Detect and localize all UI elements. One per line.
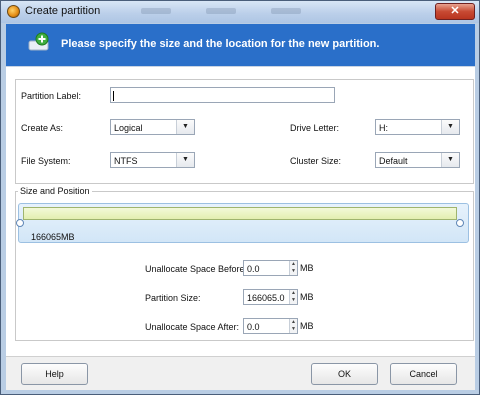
file-system-value: NTFS: [114, 156, 138, 166]
app-icon: [7, 5, 20, 18]
create-partition-dialog: Create partition ✕ Please specify the si…: [0, 0, 480, 395]
dialog-header: Please specify the size and the location…: [6, 24, 475, 66]
file-system-dropdown[interactable]: NTFS ▼: [110, 152, 195, 168]
title-bar-background-blur: [206, 8, 236, 14]
partition-label-input[interactable]: [110, 87, 335, 103]
right-resize-handle[interactable]: [456, 219, 464, 227]
header-instruction: Please specify the size and the location…: [61, 38, 380, 50]
unallocated-after-unit: MB: [300, 321, 314, 331]
dialog-footer: Help OK Cancel: [6, 356, 475, 390]
file-system-label: File System:: [21, 156, 71, 166]
drive-letter-dropdown[interactable]: H: ▼: [375, 119, 460, 135]
size-and-position-title: Size and Position: [18, 186, 92, 196]
create-as-dropdown[interactable]: Logical ▼: [110, 119, 195, 135]
spin-up-icon[interactable]: ▲: [290, 290, 297, 297]
create-as-value: Logical: [114, 123, 143, 133]
close-icon: ✕: [450, 5, 460, 17]
unallocated-before-spinner[interactable]: 0.0 ▲ ▼: [243, 260, 298, 276]
partition-label-label: Partition Label:: [21, 91, 82, 101]
cluster-size-value: Default: [379, 156, 408, 166]
drive-letter-value: H:: [379, 123, 388, 133]
unallocated-before-unit: MB: [300, 263, 314, 273]
title-bar-background-blur: [141, 8, 171, 14]
unallocated-after-value: 0.0: [247, 322, 260, 332]
unallocated-after-spinner[interactable]: 0.0 ▲ ▼: [243, 318, 298, 334]
partition-size-spinner[interactable]: 166065.0 ▲ ▼: [243, 289, 298, 305]
left-resize-handle[interactable]: [16, 219, 24, 227]
partition-bar[interactable]: [23, 207, 457, 220]
title-bar[interactable]: Create partition ✕: [1, 1, 479, 23]
cancel-button[interactable]: Cancel: [390, 363, 457, 385]
chevron-down-icon[interactable]: ▼: [176, 120, 194, 134]
ok-button[interactable]: OK: [311, 363, 378, 385]
spinner-buttons: ▲ ▼: [289, 290, 297, 304]
help-button[interactable]: Help: [21, 363, 88, 385]
spinner-buttons: ▲ ▼: [289, 261, 297, 275]
dialog-body: Partition Label: Create As: Logical ▼ Dr…: [6, 66, 475, 390]
partition-size-display: 166065MB: [31, 232, 75, 242]
spin-up-icon[interactable]: ▲: [290, 261, 297, 268]
title-bar-background-blur: [271, 8, 301, 14]
window-title: Create partition: [25, 5, 101, 17]
spin-down-icon[interactable]: ▼: [290, 268, 297, 275]
add-disk-icon: [28, 32, 49, 51]
spinner-buttons: ▲ ▼: [289, 319, 297, 333]
spin-down-icon[interactable]: ▼: [290, 297, 297, 304]
text-caret: [113, 91, 114, 101]
unallocated-after-label: Unallocate Space After:: [145, 322, 240, 332]
partition-size-value: 166065.0: [247, 293, 285, 303]
unallocated-before-label: Unallocate Space Before:: [145, 264, 248, 274]
drive-letter-label: Drive Letter:: [290, 123, 340, 133]
spin-down-icon[interactable]: ▼: [290, 326, 297, 333]
unallocated-before-value: 0.0: [247, 264, 260, 274]
cluster-size-label: Cluster Size:: [290, 156, 342, 166]
create-as-label: Create As:: [21, 123, 64, 133]
partition-size-unit: MB: [300, 292, 314, 302]
cluster-size-dropdown[interactable]: Default ▼: [375, 152, 460, 168]
spin-up-icon[interactable]: ▲: [290, 319, 297, 326]
partition-size-label: Partition Size:: [145, 293, 201, 303]
chevron-down-icon[interactable]: ▼: [441, 153, 459, 167]
close-button[interactable]: ✕: [435, 3, 475, 20]
chevron-down-icon[interactable]: ▼: [176, 153, 194, 167]
chevron-down-icon[interactable]: ▼: [441, 120, 459, 134]
